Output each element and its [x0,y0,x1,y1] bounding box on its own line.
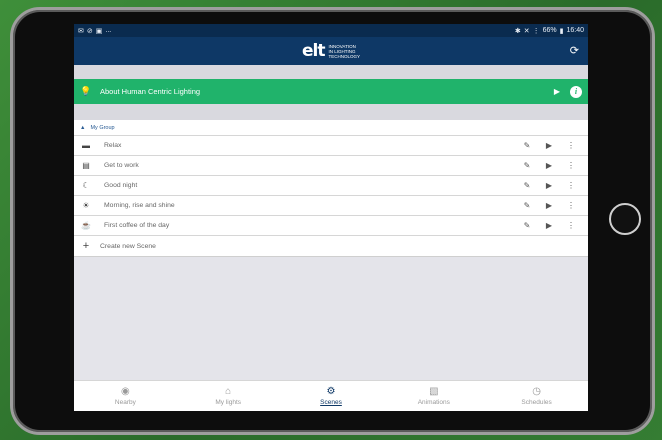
sun-icon: ☀ [82,201,90,210]
group-name: My Group [90,124,115,131]
scenes-icon: ⚙ [326,386,336,397]
edit-icon[interactable]: ✎ [516,221,538,230]
logo-mark: elt [302,41,326,61]
group-header[interactable]: ▲ My Group [74,120,588,136]
nav-label: My lights [215,399,242,406]
app-bar: elt INNOVATION IN LIGHTING TECHNOLOGY ⟳ [74,37,588,65]
status-bar: ✉ ⊘ ▣ ... ✱ ✕ ⋮ 66% ▮ 16:40 [74,24,588,37]
scene-name: Relax [104,142,122,149]
scene-row[interactable]: ☕ First coffee of the day ✎ ▶ ⋮ [74,216,588,236]
play-icon[interactable]: ▶ [538,221,560,230]
nav-nearby[interactable]: ◉ Nearby [74,381,177,411]
elt-logo: elt INNOVATION IN LIGHTING TECHNOLOGY [302,41,360,61]
person-icon: ◉ [121,386,130,397]
battery-percent: 66% [542,27,557,34]
scene-name: Get to work [104,162,139,169]
status-left-text: ... [105,27,112,34]
play-icon[interactable]: ▶ [538,141,560,150]
nav-label: Animations [417,399,450,406]
nav-label: Schedules [521,399,552,406]
link-icon: ⊘ [86,27,93,35]
empty-area [74,257,588,376]
tablet-home-button[interactable] [609,203,641,235]
create-scene-button[interactable]: + Create new Scene [74,236,588,257]
lightbulb-icon: 💡 [80,86,92,96]
moon-icon: ☾ [82,181,90,190]
nav-label: Scenes [320,399,342,406]
edit-icon[interactable]: ✎ [516,161,538,170]
battery-icon: ▮ [559,27,564,35]
scene-row[interactable]: ▤ Get to work ✎ ▶ ⋮ [74,156,588,176]
clock-time: 16:40 [566,27,584,34]
nav-my-lights[interactable]: ⌂ My lights [177,381,280,411]
nav-label: Nearby [114,399,136,406]
play-icon[interactable]: ▶ [538,161,560,170]
scene-name: Morning, rise and shine [104,202,175,209]
mute-icon: ✕ [523,27,530,35]
more-icon[interactable]: ⋮ [560,161,582,170]
sync-icon[interactable]: ⟳ [570,44,579,57]
play-icon[interactable]: ▶ [538,201,560,210]
scene-row[interactable]: ☾ Good night ✎ ▶ ⋮ [74,176,588,196]
mail-icon: ✉ [78,27,84,35]
collapse-icon: ▲ [80,124,86,131]
logo-tagline: INNOVATION IN LIGHTING TECHNOLOGY [328,43,360,59]
scene-name: Good night [104,182,138,189]
create-scene-label: Create new Scene [100,242,156,250]
edit-icon[interactable]: ✎ [516,141,538,150]
spacer [74,65,588,79]
more-icon[interactable]: ⋮ [560,181,582,190]
sofa-icon: ▬ [82,141,90,150]
more-icon[interactable]: ⋮ [560,141,582,150]
scene-row[interactable]: ▬ Relax ✎ ▶ ⋮ [74,136,588,156]
nav-scenes[interactable]: ⚙ Scenes [280,381,383,411]
hcl-banner[interactable]: 💡 About Human Centric Lighting ▶ i [74,79,588,104]
play-icon[interactable]: ▶ [554,87,560,96]
play-icon[interactable]: ▶ [538,181,560,190]
clock-icon: ◷ [532,386,541,397]
edit-icon[interactable]: ✎ [516,201,538,210]
more-icon[interactable]: ⋮ [560,201,582,210]
briefcase-icon: ▤ [82,161,90,170]
nav-schedules[interactable]: ◷ Schedules [485,381,588,411]
bottom-navigation: ◉ Nearby ⌂ My lights ⚙ Scenes ▧ Animatio… [74,380,588,411]
spacer [74,104,588,120]
coffee-icon: ☕ [81,221,91,230]
scene-name: First coffee of the day [104,222,170,229]
plus-icon: + [82,240,90,252]
banner-label: About Human Centric Lighting [100,87,201,96]
signal-icon: ⋮ [532,27,540,35]
home-icon: ⌂ [225,386,232,397]
image-icon: ▣ [95,27,103,35]
more-icon[interactable]: ⋮ [560,221,582,230]
bluetooth-icon: ✱ [514,27,521,35]
app-screen: ✉ ⊘ ▣ ... ✱ ✕ ⋮ 66% ▮ 16:40 elt INNOVATI… [74,24,588,411]
animation-icon: ▧ [429,386,439,397]
nav-animations[interactable]: ▧ Animations [382,381,485,411]
edit-icon[interactable]: ✎ [516,181,538,190]
info-icon[interactable]: i [570,85,582,98]
scene-row[interactable]: ☀ Morning, rise and shine ✎ ▶ ⋮ [74,196,588,216]
